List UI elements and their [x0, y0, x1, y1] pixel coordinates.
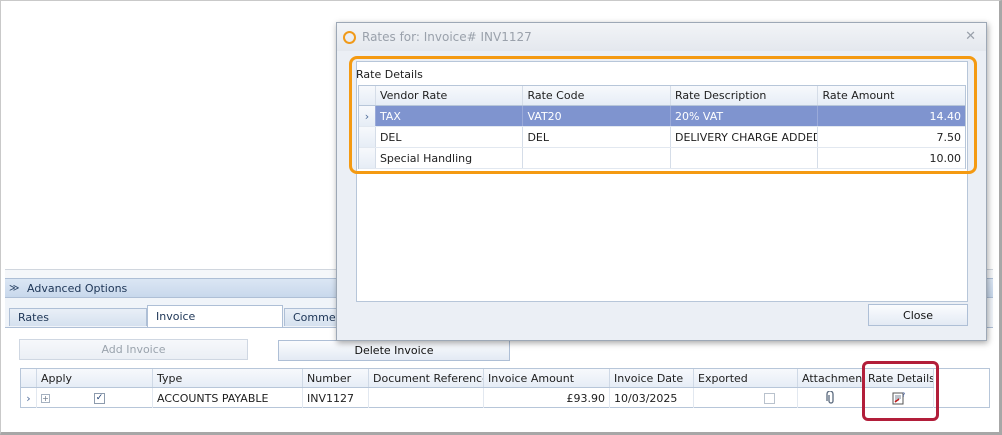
document-reference-cell [369, 388, 484, 408]
attachment-cell [798, 388, 864, 408]
invoice-date-cell: 10/03/2025 [610, 388, 694, 408]
number-cell: INV1127 [303, 388, 369, 408]
delete-invoice-button[interactable]: Delete Invoice [278, 340, 510, 361]
column-header-label: Document Reference [373, 371, 484, 385]
tab-rates[interactable]: Rates [9, 308, 147, 326]
dialog-title: Rates for: Invoice# INV1127 [362, 30, 532, 44]
column-header-invoice-amount[interactable]: Invoice Amount [484, 369, 610, 387]
close-icon[interactable]: ✕ [965, 29, 976, 44]
column-header-apply[interactable]: Apply [37, 369, 153, 387]
row-indicator-arrow-icon: › [21, 388, 37, 408]
app-logo-icon [343, 30, 356, 44]
add-invoice-button[interactable]: Add Invoice [19, 339, 248, 360]
column-header-document-reference[interactable]: Document Reference [369, 369, 484, 387]
tab-rates-label: Rates [18, 311, 49, 324]
table-row[interactable]: › + ✓ ACCOUNTS PAYABLE INV1127 £93.90 10… [21, 388, 934, 408]
column-header-invoice-date[interactable]: Invoice Date [610, 369, 694, 387]
column-header-label: Exported [698, 371, 748, 385]
tab-invoice-label: Invoice [156, 310, 196, 323]
column-header-attachment[interactable]: Attachment [798, 369, 864, 387]
column-header-type[interactable]: Type [153, 369, 303, 387]
close-button[interactable]: Close [868, 304, 968, 326]
rate-details-highlight-box [349, 56, 977, 174]
chevron-double-down-icon[interactable]: ≫ [9, 283, 21, 294]
rate-details-highlight [862, 361, 939, 421]
close-button-label: Close [903, 308, 933, 322]
column-header-label: Apply [41, 371, 73, 385]
column-header-label: Attachment [802, 371, 864, 385]
column-header-label: Type [157, 371, 183, 385]
invoice-grid-header: Apply Type Number Document Reference Inv… [21, 369, 934, 388]
exported-checkbox[interactable] [764, 392, 775, 404]
invoice-amount-cell: £93.90 [484, 388, 610, 408]
paperclip-icon[interactable] [825, 391, 836, 405]
type-cell: ACCOUNTS PAYABLE [153, 388, 303, 408]
advanced-options-label: Advanced Options [27, 281, 128, 295]
expand-plus-icon[interactable]: + [41, 393, 50, 403]
delete-invoice-label: Delete Invoice [354, 344, 434, 357]
column-header-label: Invoice Date [614, 371, 684, 385]
dialog-title-bar[interactable]: Rates for: Invoice# INV1127 ✕ [337, 23, 986, 51]
column-header-number[interactable]: Number [303, 369, 369, 387]
row-indicator-header [21, 369, 37, 387]
tab-invoice[interactable]: Invoice [147, 305, 283, 327]
column-header-label: Number [307, 371, 352, 385]
column-header-exported[interactable]: Exported [694, 369, 798, 387]
add-invoice-label: Add Invoice [101, 343, 166, 356]
exported-cell [694, 388, 798, 408]
apply-cell: + ✓ [37, 388, 153, 408]
apply-checkbox[interactable]: ✓ [94, 392, 105, 404]
invoice-grid: Apply Type Number Document Reference Inv… [20, 368, 990, 408]
column-header-label: Invoice Amount [488, 371, 575, 385]
